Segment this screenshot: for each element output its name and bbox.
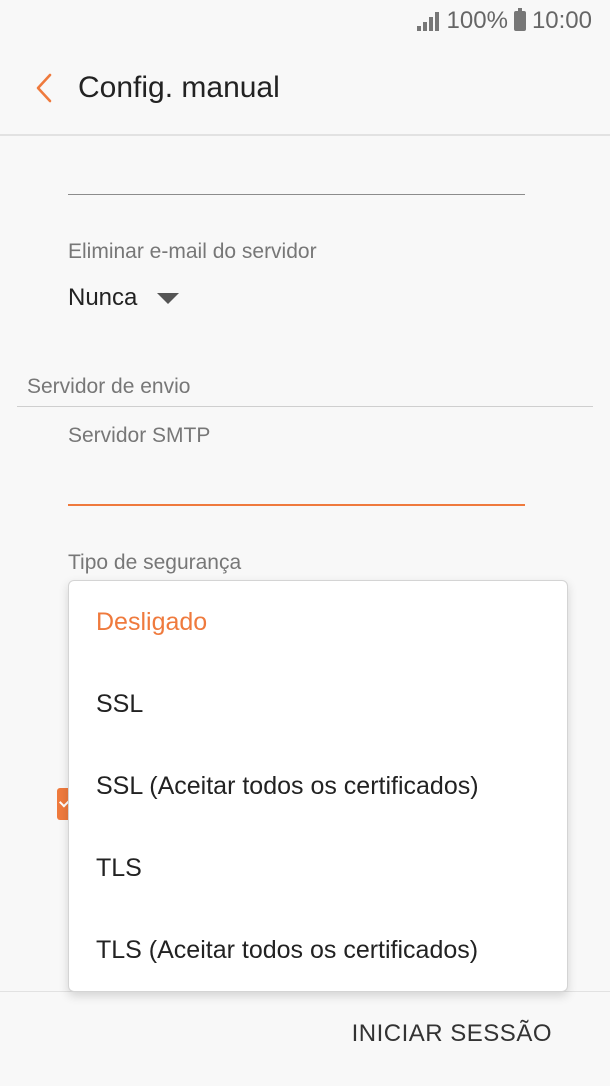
section-divider [17,406,593,407]
smtp-server-label: Servidor SMTP [68,424,211,447]
clock: 10:00 [531,7,592,34]
dropdown-option-tls-accept-all[interactable]: TLS (Aceitar todos os certificados) [69,909,567,991]
dropdown-option-ssl[interactable]: SSL [69,663,567,745]
signal-icon [416,11,441,31]
dropdown-option-desligado[interactable]: Desligado [69,581,567,663]
dropdown-option-tls[interactable]: TLS [69,827,567,909]
app-header: Config. manual [0,42,610,136]
previous-field-underline[interactable] [68,194,525,195]
back-button[interactable] [12,56,76,120]
dropdown-option-ssl-accept-all[interactable]: SSL (Aceitar todos os certificados) [69,745,567,827]
battery-icon [513,8,526,31]
smtp-server-input[interactable] [68,458,525,506]
security-type-label: Tipo de segurança [68,551,242,574]
battery-percent: 100% [446,7,508,34]
page-title: Config. manual [78,71,280,104]
bottom-action-bar: INICIAR SESSÃO [0,991,610,1086]
chevron-left-icon [36,73,52,103]
security-type-dropdown-menu: Desligado SSL SSL (Aceitar todos os cert… [68,580,568,992]
status-bar: 100% 10:00 [0,0,610,42]
section-title-outgoing-server: Servidor de envio [27,375,191,398]
login-button[interactable]: INICIAR SESSÃO [352,1020,552,1048]
delete-email-label: Eliminar e-mail do servidor [68,240,317,263]
delete-email-select[interactable]: Nunca [68,284,180,312]
delete-email-value: Nunca [68,284,138,311]
triangle-down-icon [157,292,180,304]
